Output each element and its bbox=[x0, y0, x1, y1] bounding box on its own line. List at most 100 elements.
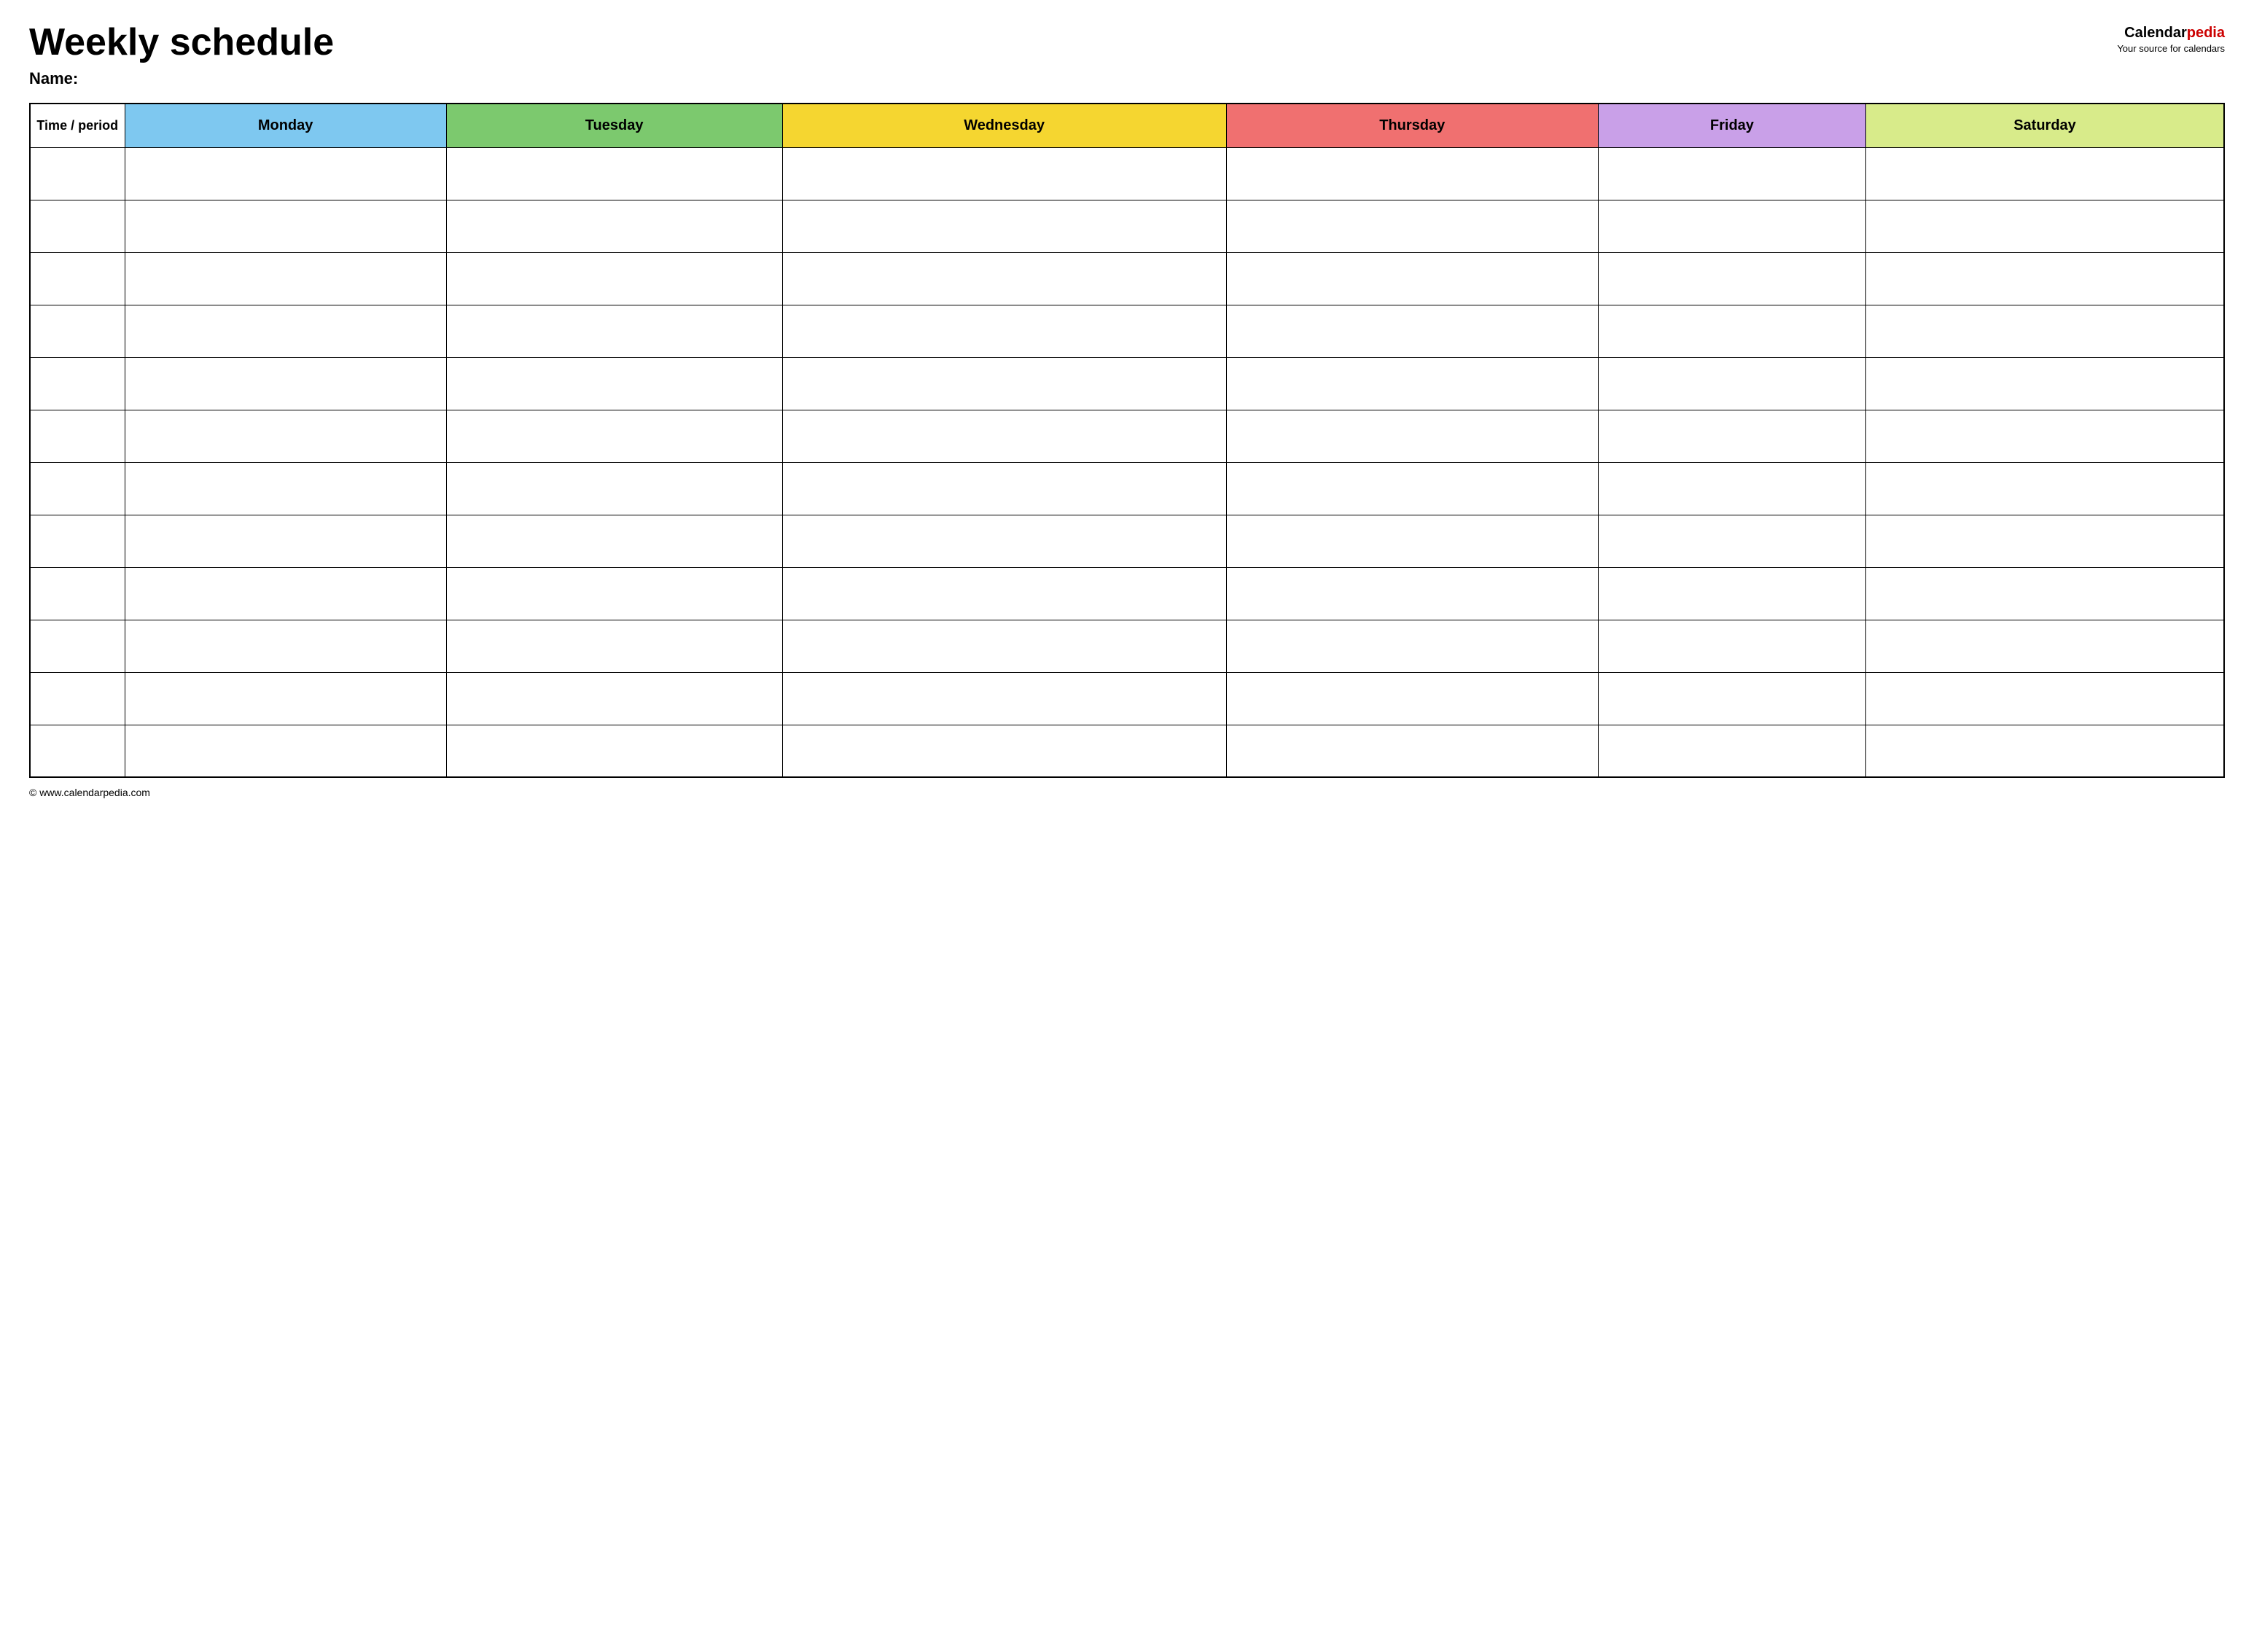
cell-tuesday-12[interactable] bbox=[446, 725, 782, 777]
cell-thursday-11[interactable] bbox=[1226, 672, 1598, 725]
logo-calendar-text: Calendar bbox=[2124, 25, 2187, 41]
cell-wednesday-4[interactable] bbox=[782, 305, 1226, 357]
col-header-thursday: Thursday bbox=[1226, 104, 1598, 147]
cell-thursday-8[interactable] bbox=[1226, 515, 1598, 567]
cell-saturday-9[interactable] bbox=[1866, 567, 2224, 620]
cell-wednesday-8[interactable] bbox=[782, 515, 1226, 567]
cell-tuesday-4[interactable] bbox=[446, 305, 782, 357]
cell-thursday-12[interactable] bbox=[1226, 725, 1598, 777]
cell-monday-7[interactable] bbox=[125, 462, 446, 515]
cell-monday-11[interactable] bbox=[125, 672, 446, 725]
cell-tuesday-9[interactable] bbox=[446, 567, 782, 620]
cell-monday-3[interactable] bbox=[125, 252, 446, 305]
cell-wednesday-7[interactable] bbox=[782, 462, 1226, 515]
cell-wednesday-1[interactable] bbox=[782, 147, 1226, 200]
cell-wednesday-3[interactable] bbox=[782, 252, 1226, 305]
cell-friday-1[interactable] bbox=[1598, 147, 1865, 200]
col-header-wednesday: Wednesday bbox=[782, 104, 1226, 147]
cell-saturday-5[interactable] bbox=[1866, 357, 2224, 410]
cell-thursday-2[interactable] bbox=[1226, 200, 1598, 252]
cell-wednesday-6[interactable] bbox=[782, 410, 1226, 462]
cell-tuesday-7[interactable] bbox=[446, 462, 782, 515]
cell-tuesday-2[interactable] bbox=[446, 200, 782, 252]
cell-friday-2[interactable] bbox=[1598, 200, 1865, 252]
cell-thursday-10[interactable] bbox=[1226, 620, 1598, 672]
cell-friday-8[interactable] bbox=[1598, 515, 1865, 567]
cell-time-6[interactable] bbox=[30, 410, 125, 462]
cell-thursday-3[interactable] bbox=[1226, 252, 1598, 305]
cell-time-9[interactable] bbox=[30, 567, 125, 620]
table-row bbox=[30, 725, 2224, 777]
cell-friday-10[interactable] bbox=[1598, 620, 1865, 672]
cell-saturday-7[interactable] bbox=[1866, 462, 2224, 515]
cell-time-12[interactable] bbox=[30, 725, 125, 777]
cell-tuesday-5[interactable] bbox=[446, 357, 782, 410]
cell-tuesday-8[interactable] bbox=[446, 515, 782, 567]
cell-friday-7[interactable] bbox=[1598, 462, 1865, 515]
cell-saturday-6[interactable] bbox=[1866, 410, 2224, 462]
page-header: Weekly schedule Name: Calendarpedia Your… bbox=[29, 22, 2225, 88]
cell-time-4[interactable] bbox=[30, 305, 125, 357]
cell-friday-4[interactable] bbox=[1598, 305, 1865, 357]
cell-saturday-2[interactable] bbox=[1866, 200, 2224, 252]
cell-wednesday-11[interactable] bbox=[782, 672, 1226, 725]
cell-saturday-4[interactable] bbox=[1866, 305, 2224, 357]
cell-time-11[interactable] bbox=[30, 672, 125, 725]
cell-friday-11[interactable] bbox=[1598, 672, 1865, 725]
col-header-tuesday: Tuesday bbox=[446, 104, 782, 147]
cell-time-8[interactable] bbox=[30, 515, 125, 567]
cell-tuesday-10[interactable] bbox=[446, 620, 782, 672]
cell-monday-6[interactable] bbox=[125, 410, 446, 462]
cell-time-2[interactable] bbox=[30, 200, 125, 252]
cell-time-7[interactable] bbox=[30, 462, 125, 515]
cell-wednesday-2[interactable] bbox=[782, 200, 1226, 252]
cell-friday-3[interactable] bbox=[1598, 252, 1865, 305]
cell-saturday-12[interactable] bbox=[1866, 725, 2224, 777]
cell-monday-1[interactable] bbox=[125, 147, 446, 200]
cell-wednesday-10[interactable] bbox=[782, 620, 1226, 672]
title-section: Weekly schedule Name: bbox=[29, 22, 334, 88]
cell-monday-12[interactable] bbox=[125, 725, 446, 777]
cell-saturday-10[interactable] bbox=[1866, 620, 2224, 672]
cell-thursday-9[interactable] bbox=[1226, 567, 1598, 620]
table-row bbox=[30, 620, 2224, 672]
cell-tuesday-3[interactable] bbox=[446, 252, 782, 305]
cell-friday-5[interactable] bbox=[1598, 357, 1865, 410]
table-row bbox=[30, 462, 2224, 515]
cell-monday-9[interactable] bbox=[125, 567, 446, 620]
cell-thursday-5[interactable] bbox=[1226, 357, 1598, 410]
cell-time-1[interactable] bbox=[30, 147, 125, 200]
cell-friday-12[interactable] bbox=[1598, 725, 1865, 777]
cell-tuesday-11[interactable] bbox=[446, 672, 782, 725]
cell-thursday-1[interactable] bbox=[1226, 147, 1598, 200]
cell-tuesday-1[interactable] bbox=[446, 147, 782, 200]
cell-friday-9[interactable] bbox=[1598, 567, 1865, 620]
cell-thursday-6[interactable] bbox=[1226, 410, 1598, 462]
cell-wednesday-12[interactable] bbox=[782, 725, 1226, 777]
cell-saturday-11[interactable] bbox=[1866, 672, 2224, 725]
cell-tuesday-6[interactable] bbox=[446, 410, 782, 462]
table-row bbox=[30, 567, 2224, 620]
cell-time-5[interactable] bbox=[30, 357, 125, 410]
table-row bbox=[30, 305, 2224, 357]
cell-thursday-4[interactable] bbox=[1226, 305, 1598, 357]
col-header-saturday: Saturday bbox=[1866, 104, 2224, 147]
cell-monday-4[interactable] bbox=[125, 305, 446, 357]
cell-thursday-7[interactable] bbox=[1226, 462, 1598, 515]
table-header-row: Time / periodMondayTuesdayWednesdayThurs… bbox=[30, 104, 2224, 147]
table-row bbox=[30, 672, 2224, 725]
cell-monday-2[interactable] bbox=[125, 200, 446, 252]
cell-monday-8[interactable] bbox=[125, 515, 446, 567]
cell-friday-6[interactable] bbox=[1598, 410, 1865, 462]
col-header-friday: Friday bbox=[1598, 104, 1865, 147]
cell-monday-10[interactable] bbox=[125, 620, 446, 672]
cell-saturday-1[interactable] bbox=[1866, 147, 2224, 200]
cell-wednesday-9[interactable] bbox=[782, 567, 1226, 620]
cell-time-10[interactable] bbox=[30, 620, 125, 672]
logo-subtitle: Your source for calendars bbox=[2117, 43, 2225, 54]
cell-saturday-8[interactable] bbox=[1866, 515, 2224, 567]
cell-wednesday-5[interactable] bbox=[782, 357, 1226, 410]
cell-saturday-3[interactable] bbox=[1866, 252, 2224, 305]
cell-monday-5[interactable] bbox=[125, 357, 446, 410]
cell-time-3[interactable] bbox=[30, 252, 125, 305]
